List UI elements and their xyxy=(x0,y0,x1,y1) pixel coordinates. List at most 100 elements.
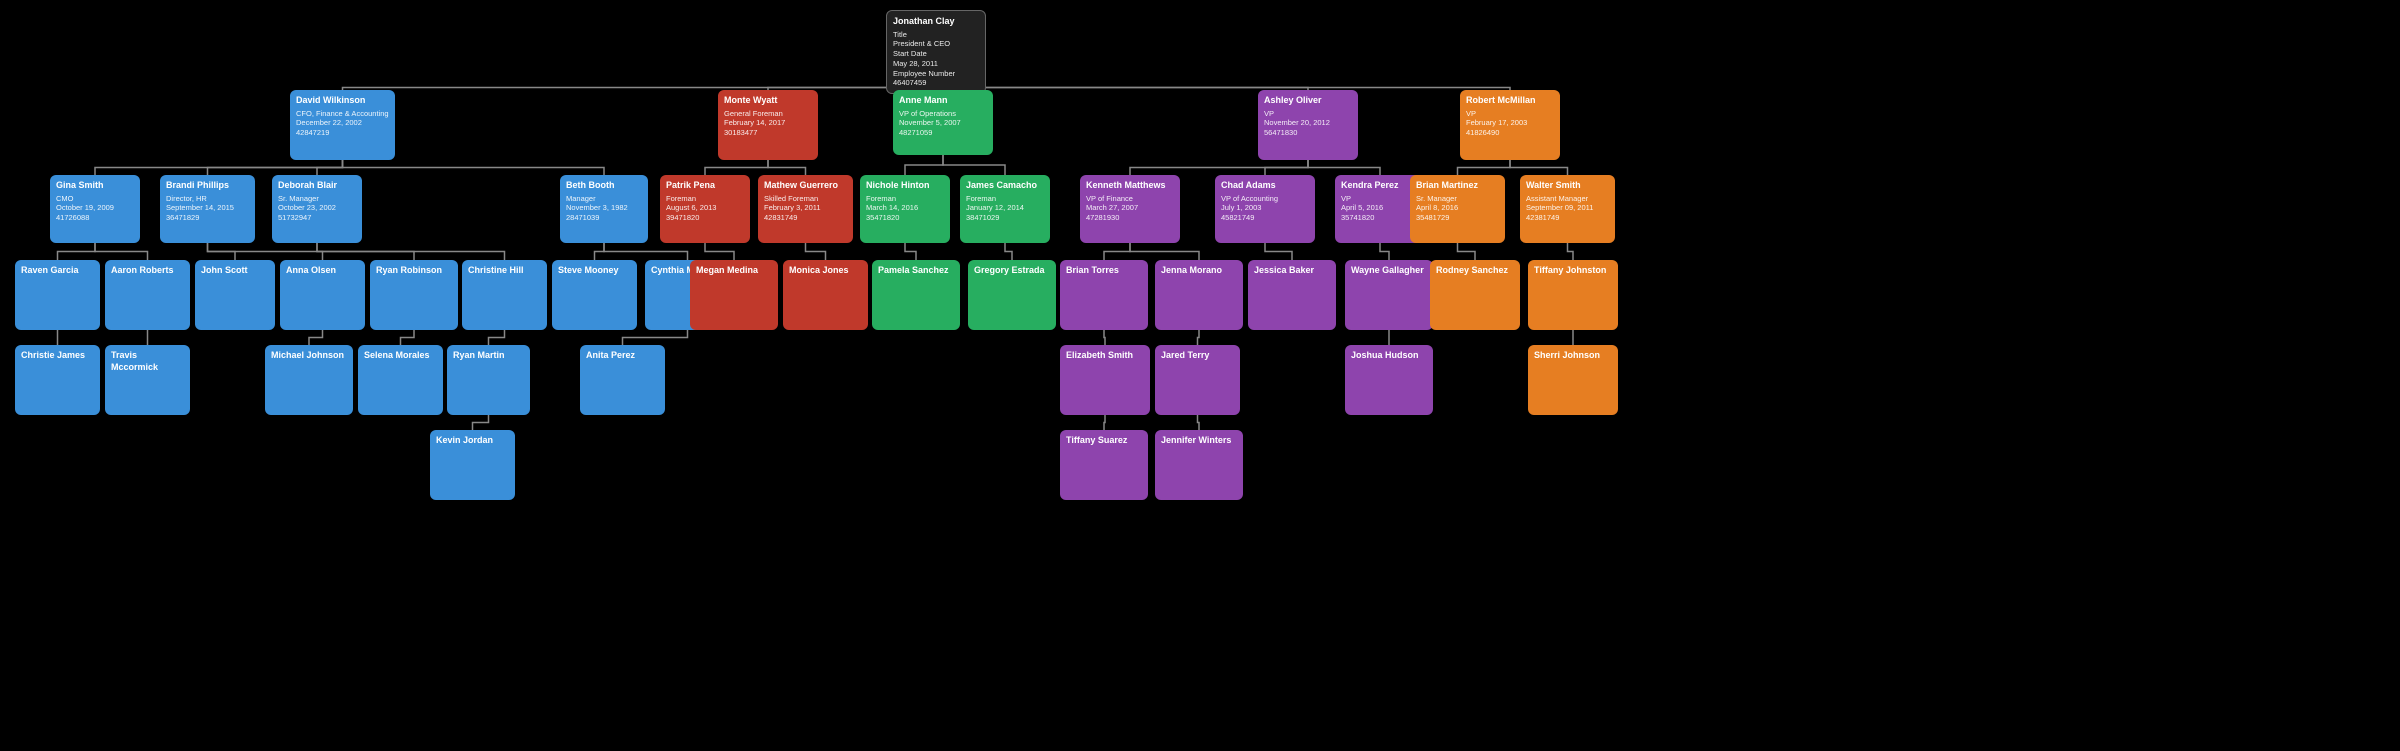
node-selena[interactable]: Selena Morales xyxy=(358,345,443,415)
node-title-gina: CMO xyxy=(56,194,134,204)
node-start-gina: October 19, 2009 xyxy=(56,203,134,213)
node-ryan_m[interactable]: Ryan Martin xyxy=(447,345,530,415)
node-elizabeth[interactable]: Elizabeth Smith xyxy=(1060,345,1150,415)
node-monte[interactable]: Monte WyattGeneral ForemanFebruary 14, 2… xyxy=(718,90,818,160)
node-emp-ashley: 56471830 xyxy=(1264,128,1352,138)
node-name-elizabeth: Elizabeth Smith xyxy=(1066,350,1144,362)
node-title-monte: General Foreman xyxy=(724,109,812,119)
node-nichole[interactable]: Nichole HintonForemanMarch 14, 201635471… xyxy=(860,175,950,243)
node-john[interactable]: John Scott xyxy=(195,260,275,330)
node-name-anna: Anna Olsen xyxy=(286,265,359,277)
node-emp-brian_m: 35481729 xyxy=(1416,213,1499,223)
node-emp-nichole: 35471820 xyxy=(866,213,944,223)
node-title-chad: VP of Accounting xyxy=(1221,194,1309,204)
node-kevin[interactable]: Kevin Jordan xyxy=(430,430,515,500)
node-gregory[interactable]: Gregory Estrada xyxy=(968,260,1056,330)
node-jared[interactable]: Jared Terry xyxy=(1155,345,1240,415)
node-brandi[interactable]: Brandi PhillipsDirector, HRSeptember 14,… xyxy=(160,175,255,243)
node-title-ashley: VP xyxy=(1264,109,1352,119)
node-emp-anne: 48271059 xyxy=(899,128,987,138)
node-jennifer[interactable]: Jennifer Winters xyxy=(1155,430,1243,500)
node-emp-monte: 30183477 xyxy=(724,128,812,138)
node-name-monica: Monica Jones xyxy=(789,265,862,277)
node-name-wayne: Wayne Gallagher xyxy=(1351,265,1427,277)
node-name-patrik: Patrik Pena xyxy=(666,180,744,192)
node-start-robert: February 17, 2003 xyxy=(1466,118,1554,128)
node-gina[interactable]: Gina SmithCMOOctober 19, 200941726088 xyxy=(50,175,140,243)
node-emp-kenneth: 47281930 xyxy=(1086,213,1174,223)
node-start-chad: July 1, 2003 xyxy=(1221,203,1309,213)
node-name-monte: Monte Wyatt xyxy=(724,95,812,107)
node-name-selena: Selena Morales xyxy=(364,350,437,362)
node-aaron[interactable]: Aaron Roberts xyxy=(105,260,190,330)
node-title-beth: Manager xyxy=(566,194,642,204)
node-ryan_r[interactable]: Ryan Robinson xyxy=(370,260,458,330)
node-robert[interactable]: Robert McMillanVPFebruary 17, 2003418264… xyxy=(1460,90,1560,160)
node-anita[interactable]: Anita Perez xyxy=(580,345,665,415)
node-raven[interactable]: Raven Garcia xyxy=(15,260,100,330)
node-name-john: John Scott xyxy=(201,265,269,277)
node-start-ashley: November 20, 2012 xyxy=(1264,118,1352,128)
node-mathew[interactable]: Mathew GuerreroSkilled ForemanFebruary 3… xyxy=(758,175,853,243)
node-anna[interactable]: Anna Olsen xyxy=(280,260,365,330)
node-brian_t[interactable]: Brian Torres xyxy=(1060,260,1148,330)
node-emp-walter: 42381749 xyxy=(1526,213,1609,223)
node-title-walter: Assistant Manager xyxy=(1526,194,1609,204)
node-emp-jonathan: 46407459 xyxy=(893,78,979,88)
node-david[interactable]: David WilkinsonCFO, Finance & Accounting… xyxy=(290,90,395,160)
node-emp-beth: 28471039 xyxy=(566,213,642,223)
node-start-jonathan: May 28, 2011 xyxy=(893,59,979,69)
node-michael[interactable]: Michael Johnson xyxy=(265,345,353,415)
node-tiffany_j[interactable]: Tiffany Johnston xyxy=(1528,260,1618,330)
node-tiffany_s[interactable]: Tiffany Suarez xyxy=(1060,430,1148,500)
node-name-michael: Michael Johnson xyxy=(271,350,347,362)
node-name-rodney: Rodney Sanchez xyxy=(1436,265,1514,277)
node-kenneth[interactable]: Kenneth MatthewsVP of FinanceMarch 27, 2… xyxy=(1080,175,1180,243)
node-name-sherri: Sherri Johnson xyxy=(1534,350,1612,362)
node-wayne[interactable]: Wayne Gallagher xyxy=(1345,260,1433,330)
node-title-mathew: Skilled Foreman xyxy=(764,194,847,204)
node-rodney[interactable]: Rodney Sanchez xyxy=(1430,260,1520,330)
node-walter[interactable]: Walter SmithAssistant ManagerSeptember 0… xyxy=(1520,175,1615,243)
node-name-james_c: James Camacho xyxy=(966,180,1044,192)
node-start-patrik: August 6, 2013 xyxy=(666,203,744,213)
node-travis[interactable]: Travis Mccormick xyxy=(105,345,190,415)
node-start-kenneth: March 27, 2007 xyxy=(1086,203,1174,213)
node-monica[interactable]: Monica Jones xyxy=(783,260,868,330)
node-patrik[interactable]: Patrik PenaForemanAugust 6, 201339471820 xyxy=(660,175,750,243)
node-anne[interactable]: Anne MannVP of OperationsNovember 5, 200… xyxy=(893,90,993,155)
node-name-gregory: Gregory Estrada xyxy=(974,265,1050,277)
node-jessica[interactable]: Jessica Baker xyxy=(1248,260,1336,330)
node-jenna[interactable]: Jenna Morano xyxy=(1155,260,1243,330)
node-deborah[interactable]: Deborah BlairSr. ManagerOctober 23, 2002… xyxy=(272,175,362,243)
node-name-jennifer: Jennifer Winters xyxy=(1161,435,1237,447)
node-name-jessica: Jessica Baker xyxy=(1254,265,1330,277)
node-ashley[interactable]: Ashley Oliver VPNovember 20, 201256471830 xyxy=(1258,90,1358,160)
node-name-ashley: Ashley Oliver xyxy=(1264,95,1352,107)
node-name-travis: Travis Mccormick xyxy=(111,350,184,373)
node-sherri[interactable]: Sherri Johnson xyxy=(1528,345,1618,415)
node-start-walter: September 09, 2011 xyxy=(1526,203,1609,213)
node-name-raven: Raven Garcia xyxy=(21,265,94,277)
node-name-ryan_r: Ryan Robinson xyxy=(376,265,452,277)
node-brian_m[interactable]: Brian MartinezSr. ManagerApril 8, 201635… xyxy=(1410,175,1505,243)
node-name-tiffany_s: Tiffany Suarez xyxy=(1066,435,1142,447)
node-beth[interactable]: Beth Booth ManagerNovember 3, 19822847103… xyxy=(560,175,648,243)
node-name-christine: Christine Hill xyxy=(468,265,541,277)
node-christine[interactable]: Christine Hill xyxy=(462,260,547,330)
node-megan[interactable]: Megan Medina xyxy=(690,260,778,330)
node-chad[interactable]: Chad AdamsVP of AccountingJuly 1, 200345… xyxy=(1215,175,1315,243)
node-steve[interactable]: Steve Mooney xyxy=(552,260,637,330)
node-title-brandi: Director, HR xyxy=(166,194,249,204)
node-jonathan[interactable]: Jonathan ClayTitlePresident & CEOStart D… xyxy=(886,10,986,94)
node-title-james_c: Foreman xyxy=(966,194,1044,204)
node-start-anne: November 5, 2007 xyxy=(899,118,987,128)
node-start-beth: November 3, 1982 xyxy=(566,203,642,213)
node-name-beth: Beth Booth xyxy=(566,180,642,192)
node-name-anita: Anita Perez xyxy=(586,350,659,362)
node-name-kevin: Kevin Jordan xyxy=(436,435,509,447)
node-james_c[interactable]: James CamachoForemanJanuary 12, 20143847… xyxy=(960,175,1050,243)
node-joshua[interactable]: Joshua Hudson xyxy=(1345,345,1433,415)
node-christie[interactable]: Christie James xyxy=(15,345,100,415)
node-pamela[interactable]: Pamela Sanchez xyxy=(872,260,960,330)
